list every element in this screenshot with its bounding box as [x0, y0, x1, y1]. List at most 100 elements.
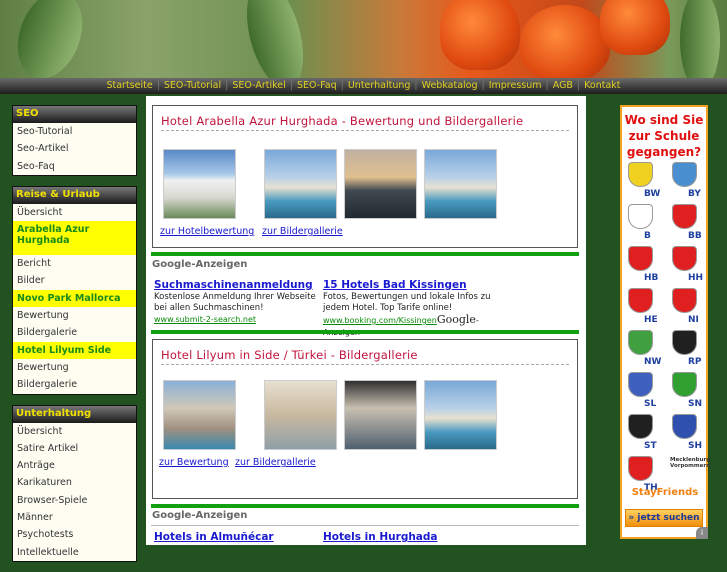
sidebar-item[interactable]: Übersicht — [13, 204, 136, 221]
ad-title-link[interactable]: 15 Hotels Bad Kissingen — [323, 280, 493, 291]
nav-webkatalog[interactable]: Webkatalog — [422, 80, 478, 91]
bewertung-link[interactable]: zur Bewertung — [159, 457, 229, 468]
hotel-arabella-box: Hotel Arabella Azur Hurghada - Bewertung… — [152, 105, 578, 248]
state-crest-icon[interactable] — [672, 162, 697, 187]
state-crest-icon[interactable] — [672, 246, 697, 271]
hotel-lilyum-box: Hotel Lilyum in Side / Türkei - Bilderga… — [152, 339, 578, 499]
hotel-photo[interactable] — [264, 149, 337, 219]
nav-impressum[interactable]: Impressum — [489, 80, 542, 91]
state-label: ST — [644, 441, 657, 451]
state-crest-icon[interactable] — [628, 246, 653, 271]
divider — [151, 504, 579, 508]
hotelbewertung-link[interactable]: zur Hotelbewertung — [160, 226, 254, 237]
ad-url-link[interactable]: www.submit-2-search.net — [154, 315, 256, 324]
nav-agb[interactable]: AGB — [553, 80, 573, 91]
state-label: NW — [644, 357, 662, 367]
state-label: NI — [688, 315, 699, 325]
sidebar-heading: Reise & Urlaub — [13, 186, 136, 204]
state-label: HB — [644, 273, 659, 283]
state-label: RP — [688, 357, 702, 367]
state-label: SH — [688, 441, 703, 451]
bildergallerie-link[interactable]: zur Bildergallerie — [262, 226, 343, 237]
nav-seo-tutorial[interactable]: SEO-Tutorial — [164, 80, 221, 91]
sidebar-box: SEO Seo-Tutorial Seo-Artikel Seo-Faq — [12, 105, 137, 176]
nav-seo-artikel[interactable]: SEO-Artikel — [232, 80, 285, 91]
nav-unterhaltung[interactable]: Unterhaltung — [348, 80, 411, 91]
sidebar-item[interactable]: Browser-Spiele — [13, 492, 136, 509]
hotel-arabella-title: Hotel Arabella Azur Hurghada - Bewertung… — [161, 106, 569, 131]
sidebar-heading: SEO — [13, 106, 136, 123]
nav-startseite[interactable]: Startseite — [106, 80, 152, 91]
state-crest-icon[interactable] — [672, 204, 697, 229]
sidebar-item[interactable]: Bildergalerie — [13, 376, 136, 393]
sidebar-item[interactable]: Arabella Azur Hurghada — [13, 221, 136, 256]
sidebar-item[interactable]: Seo-Faq — [13, 158, 136, 175]
divider — [151, 252, 579, 256]
ad-title-link[interactable]: Hotels in Hurghada — [323, 531, 438, 543]
hotel-lilyum-title: Hotel Lilyum in Side / Türkei - Bilderga… — [161, 340, 569, 365]
state-label: HE — [644, 315, 658, 325]
bildergallerie-link[interactable]: zur Bildergallerie — [235, 457, 316, 468]
info-icon[interactable]: i — [696, 527, 708, 539]
sidebar-item[interactable]: Anträge — [13, 457, 136, 474]
sidebar-item[interactable]: Seo-Tutorial — [13, 123, 136, 140]
google-logo: Google — [436, 313, 476, 326]
state-label: B — [644, 231, 651, 241]
sidebar-box: Reise & Urlaub Übersicht Arabella Azur Hur… — [12, 185, 137, 395]
hotel-photo[interactable] — [163, 380, 236, 450]
nav-kontakt[interactable]: Kontakt — [584, 80, 620, 91]
sidebar-item[interactable]: Bewertung — [13, 359, 136, 376]
sidebar-item[interactable]: Bilder — [13, 272, 136, 289]
sidebar-item[interactable]: Männer — [13, 509, 136, 526]
ad-url-link[interactable]: www.booking.com/Kissingen — [323, 316, 437, 325]
ad-title-link[interactable]: Suchmaschinenanmeldung — [154, 280, 324, 291]
sidebar-item[interactable]: Satire Artikel — [13, 440, 136, 457]
sidebar: SEO Seo-Tutorial Seo-Artikel Seo-Faq Reise &… — [12, 105, 137, 572]
header-banner — [0, 0, 727, 79]
sidebar-box: Unterhaltung Übersicht Satire Artikel Anträ… — [12, 404, 137, 562]
sidebar-item[interactable]: Seo-Artikel — [13, 140, 136, 157]
ads-heading: Google-Anzeigen — [152, 259, 248, 270]
hotel-photo[interactable] — [344, 149, 417, 219]
nav-seo-faq[interactable]: SEO-Faq — [297, 80, 337, 91]
state-crest-icon[interactable] — [672, 372, 697, 397]
ad-title-link[interactable]: Hotels in Almuñécar — [154, 531, 274, 543]
mv-label: Mecklenburg Vorpommern — [670, 457, 711, 469]
state-crest-icon[interactable] — [672, 288, 697, 313]
sidebar-item[interactable]: Intellektuelle — [13, 544, 136, 561]
state-crest-icon[interactable] — [628, 456, 653, 481]
search-button[interactable]: » jetzt suchen — [625, 509, 703, 527]
sidebar-item[interactable]: Bewertung — [13, 307, 136, 324]
sidebar-item[interactable]: Psychotests — [13, 526, 136, 543]
state-crest-icon[interactable] — [628, 288, 653, 313]
ad-question: Wo sind Sie zur Schule gegangen? — [624, 113, 704, 159]
state-label: HH — [688, 273, 704, 283]
hotel-photo[interactable] — [424, 149, 497, 219]
stayfriends-logo: StayFriends — [631, 487, 699, 498]
ad-text: Kostenlose Anmeldung Ihrer Webseite bei … — [154, 292, 316, 313]
sidebar-item[interactable]: Bericht — [13, 255, 136, 272]
state-crest-icon[interactable] — [628, 162, 653, 187]
state-label: BW — [644, 189, 661, 199]
sidebar-item[interactable]: Übersicht — [13, 423, 136, 440]
state-label: SL — [644, 399, 657, 409]
hotel-photo[interactable] — [344, 380, 417, 450]
state-crest-icon[interactable] — [628, 330, 653, 355]
hotel-photo[interactable] — [424, 380, 497, 450]
state-crest-icon[interactable] — [672, 414, 697, 439]
state-crest-icon[interactable] — [628, 372, 653, 397]
state-crest-icon[interactable] — [672, 330, 697, 355]
sidebar-item[interactable]: Karikaturen — [13, 474, 136, 491]
stayfriends-ad[interactable]: Wo sind Sie zur Schule gegangen? BW BY B BB… — [620, 105, 711, 539]
top-nav: Startseite | SEO-Tutorial | SEO-Artikel | SEO-… — [0, 78, 727, 94]
sidebar-item[interactable]: Hotel Lilyum Side — [13, 341, 136, 359]
state-label: BB — [688, 231, 702, 241]
hotel-photo[interactable] — [264, 380, 337, 450]
state-label: SN — [688, 399, 703, 409]
hotel-photo[interactable] — [163, 149, 236, 219]
divider — [151, 525, 579, 526]
sidebar-item[interactable]: Novo Park Mallorca — [13, 289, 136, 308]
sidebar-item[interactable]: Bildergalerie — [13, 324, 136, 341]
state-crest-icon[interactable] — [628, 414, 653, 439]
state-crest-icon[interactable] — [628, 204, 653, 229]
